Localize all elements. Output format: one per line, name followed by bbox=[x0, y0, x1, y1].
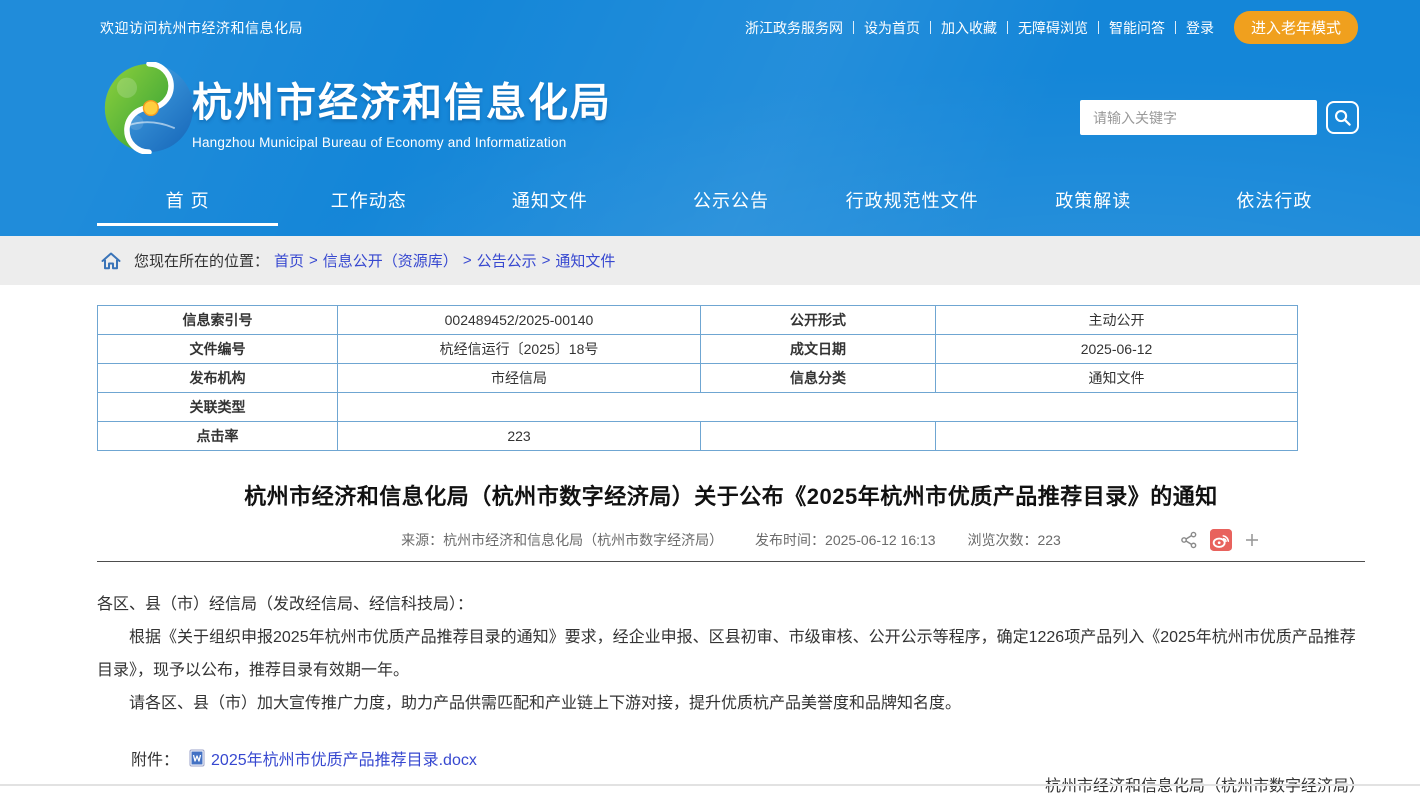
info-label: 文件编号 bbox=[98, 335, 338, 364]
breadcrumb-separator: > bbox=[542, 252, 551, 269]
article-meta: 来源：杭州市经济和信息化局（杭州市数字经济局） 发布时间：2025-06-12 … bbox=[97, 528, 1365, 552]
search-button[interactable] bbox=[1326, 101, 1359, 134]
brand-text: 杭州市经济和信息化局 Hangzhou Municipal Bureau of … bbox=[192, 70, 612, 150]
nav-item-policy-interpretation[interactable]: 政策解读 bbox=[1003, 170, 1184, 236]
article-title: 杭州市经济和信息化局（杭州市数字经济局）关于公布《2025年杭州市优质产品推荐目… bbox=[97, 479, 1365, 511]
search-bar bbox=[1080, 100, 1359, 135]
attachment-row: 附件： 2025年杭州市优质产品推荐目录.docx bbox=[97, 746, 1365, 770]
info-label: 信息分类 bbox=[701, 364, 936, 393]
meta-time-value: 2025-06-12 16:13 bbox=[825, 532, 936, 548]
site-subtitle: Hangzhou Municipal Bureau of Economy and… bbox=[192, 135, 612, 150]
breadcrumb-separator: > bbox=[309, 252, 318, 269]
divider bbox=[1098, 21, 1099, 34]
meta-source-label: 来源： bbox=[401, 532, 443, 548]
topbar: 欢迎访问杭州市经济和信息化局 浙江政务服务网 设为首页 加入收藏 无障碍浏览 智… bbox=[100, 11, 1358, 44]
meta-views: 浏览次数：223 bbox=[967, 532, 1060, 548]
attachment-link[interactable]: 2025年杭州市优质产品推荐目录.docx bbox=[211, 746, 477, 770]
info-value: 223 bbox=[338, 422, 701, 451]
divider bbox=[853, 21, 854, 34]
attachment-label: 附件： bbox=[131, 746, 179, 770]
word-document-icon bbox=[189, 749, 205, 767]
info-label: 点击率 bbox=[98, 422, 338, 451]
info-label bbox=[701, 422, 936, 451]
info-label: 关联类型 bbox=[98, 393, 338, 422]
divider bbox=[1007, 21, 1008, 34]
info-value bbox=[936, 422, 1298, 451]
paragraph: 请各区、县（市）加大宣传推广力度，助力产品供需匹配和产业链上下游对接，提升优质杭… bbox=[97, 687, 1365, 720]
document-info-table: 信息索引号 002489452/2025-00140 公开形式 主动公开 文件编… bbox=[97, 305, 1298, 451]
nav-item-public-announcements[interactable]: 公示公告 bbox=[640, 170, 821, 236]
table-row: 文件编号 杭经信运行〔2025〕18号 成文日期 2025-06-12 bbox=[98, 335, 1298, 364]
divider-rule bbox=[97, 561, 1365, 562]
meta-source: 来源：杭州市经济和信息化局（杭州市数字经济局） bbox=[401, 532, 723, 548]
info-value: 主动公开 bbox=[936, 306, 1298, 335]
info-value: 通知文件 bbox=[936, 364, 1298, 393]
nav-item-home[interactable]: 首 页 bbox=[97, 170, 278, 236]
meta-views-label: 浏览次数： bbox=[967, 532, 1037, 548]
breadcrumb-link-notice-documents[interactable]: 通知文件 bbox=[555, 250, 615, 271]
info-value: 2025-06-12 bbox=[936, 335, 1298, 364]
nav-item-law-based-administration[interactable]: 依法行政 bbox=[1184, 170, 1365, 236]
topbar-link-add-favorite[interactable]: 加入收藏 bbox=[941, 18, 997, 38]
table-row: 点击率 223 bbox=[98, 422, 1298, 451]
breadcrumb-link-info-disclosure[interactable]: 信息公开（资源库） bbox=[323, 250, 458, 271]
site-header: 欢迎访问杭州市经济和信息化局 浙江政务服务网 设为首页 加入收藏 无障碍浏览 智… bbox=[0, 0, 1420, 236]
bureau-logo-icon bbox=[103, 62, 195, 154]
table-row: 信息索引号 002489452/2025-00140 公开形式 主动公开 bbox=[98, 306, 1298, 335]
share-nodes-icon[interactable] bbox=[1180, 531, 1198, 549]
divider bbox=[1175, 21, 1176, 34]
topbar-links: 浙江政务服务网 设为首页 加入收藏 无障碍浏览 智能问答 登录 进入老年模式 bbox=[745, 11, 1358, 44]
main-navigation: 首 页 工作动态 通知文件 公示公告 行政规范性文件 政策解读 依法行政 bbox=[97, 170, 1365, 236]
info-value bbox=[338, 393, 1298, 422]
breadcrumb-separator: > bbox=[463, 252, 472, 269]
nav-item-work-dynamics[interactable]: 工作动态 bbox=[278, 170, 459, 236]
meta-source-value: 杭州市经济和信息化局（杭州市数字经济局） bbox=[443, 532, 723, 548]
main-content: 信息索引号 002489452/2025-00140 公开形式 主动公开 文件编… bbox=[0, 305, 1420, 796]
nav-item-administrative-normative-documents[interactable]: 行政规范性文件 bbox=[822, 170, 1003, 236]
meta-publish-time: 发布时间：2025-06-12 16:13 bbox=[755, 532, 936, 548]
topbar-link-set-homepage[interactable]: 设为首页 bbox=[864, 18, 920, 38]
search-icon bbox=[1333, 108, 1352, 127]
info-label: 成文日期 bbox=[701, 335, 936, 364]
breadcrumb: 您现在所在的位置： 首页 > 信息公开（资源库） > 公告公示 > 通知文件 bbox=[0, 236, 1420, 285]
topbar-link-login[interactable]: 登录 bbox=[1186, 18, 1214, 38]
breadcrumb-prefix: 您现在所在的位置： bbox=[134, 250, 269, 271]
topbar-link-smart-qa[interactable]: 智能问答 bbox=[1109, 18, 1165, 38]
info-label: 发布机构 bbox=[98, 364, 338, 393]
table-row: 发布机构 市经信局 信息分类 通知文件 bbox=[98, 364, 1298, 393]
meta-time-label: 发布时间： bbox=[755, 532, 825, 548]
home-icon bbox=[100, 250, 122, 272]
nav-item-notice-documents[interactable]: 通知文件 bbox=[459, 170, 640, 236]
weibo-share-icon[interactable] bbox=[1210, 529, 1232, 551]
site-title: 杭州市经济和信息化局 bbox=[192, 70, 612, 128]
breadcrumb-link-home[interactable]: 首页 bbox=[274, 250, 304, 271]
divider bbox=[930, 21, 931, 34]
info-label: 信息索引号 bbox=[98, 306, 338, 335]
more-share-icon[interactable] bbox=[1244, 532, 1260, 548]
topbar-link-accessibility[interactable]: 无障碍浏览 bbox=[1018, 18, 1088, 38]
welcome-text: 欢迎访问杭州市经济和信息化局 bbox=[100, 18, 303, 38]
info-value: 市经信局 bbox=[338, 364, 701, 393]
breadcrumb-link-announcements[interactable]: 公告公示 bbox=[477, 250, 537, 271]
share-icons bbox=[1180, 528, 1260, 552]
table-row: 关联类型 bbox=[98, 393, 1298, 422]
article-body: 各区、县（市）经信局（发改经信局、经信科技局）： 根据《关于组织申报2025年杭… bbox=[97, 588, 1365, 720]
search-input[interactable] bbox=[1080, 100, 1317, 135]
info-value: 002489452/2025-00140 bbox=[338, 306, 701, 335]
info-label: 公开形式 bbox=[701, 306, 936, 335]
paragraph: 根据《关于组织申报2025年杭州市优质产品推荐目录的通知》要求，经企业申报、区县… bbox=[97, 621, 1365, 687]
info-value: 杭经信运行〔2025〕18号 bbox=[338, 335, 701, 364]
salutation: 各区、县（市）经信局（发改经信局、经信科技局）： bbox=[97, 588, 1365, 621]
topbar-link-zhejiang-gov[interactable]: 浙江政务服务网 bbox=[745, 18, 843, 38]
elder-mode-button[interactable]: 进入老年模式 bbox=[1234, 11, 1358, 44]
meta-views-value: 223 bbox=[1037, 532, 1060, 548]
